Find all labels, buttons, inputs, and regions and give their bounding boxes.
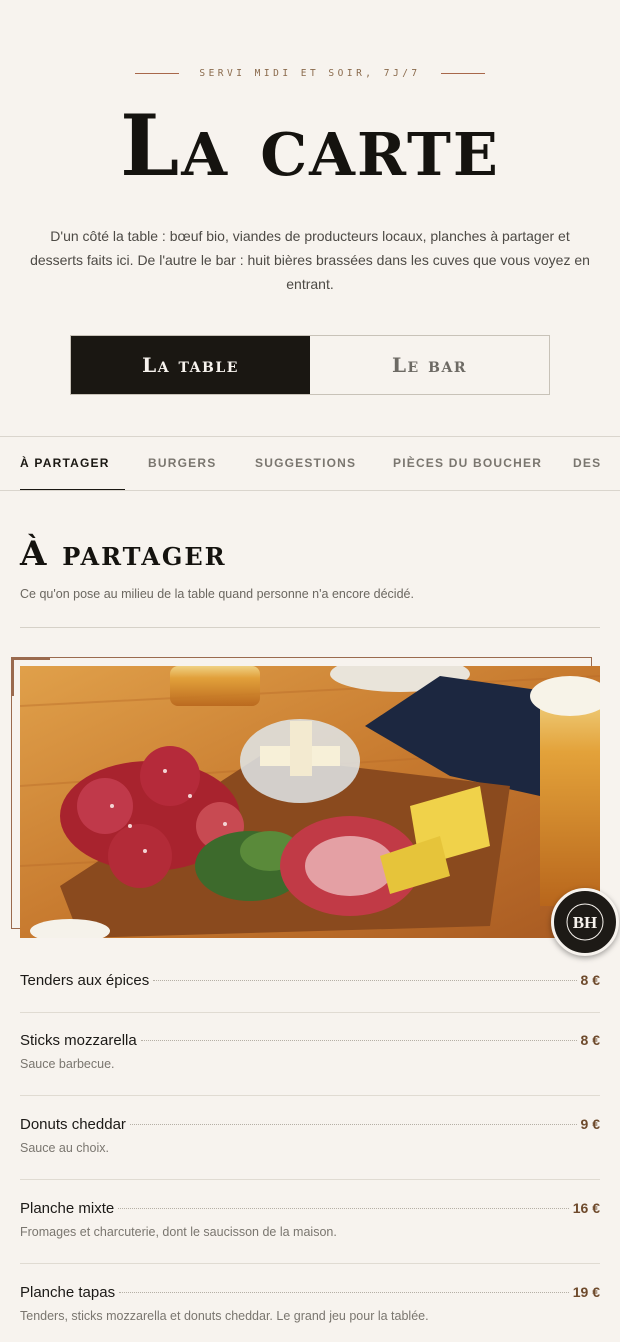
menu-item-name: Donuts cheddar	[20, 1116, 126, 1133]
menu-item-name: Sticks mozzarella	[20, 1032, 137, 1049]
menu-item-price: 8 €	[580, 972, 600, 988]
menu-item-name: Planche mixte	[20, 1200, 115, 1217]
tab-a-partager[interactable]: À PARTAGER	[20, 437, 110, 490]
menu-item-price: 8 €	[580, 1032, 600, 1048]
menu-item: Tenders aux épices 8 €	[20, 972, 600, 989]
brewery-logo-badge[interactable]: BH	[551, 888, 619, 956]
leader-dots	[140, 1040, 577, 1041]
kicker-line-left	[135, 73, 180, 74]
menu-item: Donuts cheddar 9 € Sauce au choix.	[20, 1116, 600, 1155]
category-tabs: À PARTAGER BURGERS SUGGESTIONS PIÈCES DU…	[0, 436, 620, 491]
header-kicker: SERVI MIDI ET SOIR, 7J/7	[0, 68, 620, 79]
switch-le-bar-button[interactable]: Le bar	[310, 336, 549, 394]
tab-suggestions[interactable]: SUGGESTIONS	[255, 437, 356, 490]
svg-text:BH: BH	[573, 913, 598, 932]
menu-item-price: 9 €	[580, 1116, 600, 1132]
section-divider	[20, 627, 600, 628]
tab-pieces-du-boucher[interactable]: PIÈCES DU BOUCHER	[393, 437, 542, 490]
kicker-text: SERVI MIDI ET SOIR, 7J/7	[199, 68, 421, 79]
menu-item-name: Tenders aux épices	[20, 972, 150, 989]
section-title: À partager	[20, 534, 227, 574]
menu-item-description: Sauce au choix.	[20, 1141, 109, 1155]
leader-dots	[119, 1292, 569, 1293]
kicker-line-right	[440, 73, 485, 74]
menu-item-description: Sauce barbecue.	[20, 1057, 115, 1071]
menu-item: Planche mixte 16 € Fromages et charcuter…	[20, 1200, 600, 1239]
menu-item: Sticks mozzarella 8 € Sauce barbecue.	[20, 1032, 600, 1071]
leader-dots	[118, 1208, 569, 1209]
item-divider	[20, 1263, 600, 1264]
sharing-board-photo	[20, 666, 600, 938]
menu-item-description: Fromages et charcuterie, dont le sauciss…	[20, 1225, 337, 1239]
item-divider	[20, 1179, 600, 1180]
bh-monogram-icon: BH	[566, 903, 604, 941]
leader-dots	[129, 1124, 577, 1125]
page-title: La carte	[120, 96, 500, 195]
active-tab-indicator	[20, 489, 125, 490]
intro-text: D'un côté la table : bœuf bio, viandes d…	[30, 228, 590, 292]
item-divider	[20, 1095, 600, 1096]
menu-item-description: Tenders, sticks mozzarella et donuts che…	[20, 1309, 429, 1323]
tab-burgers[interactable]: BURGERS	[148, 437, 216, 490]
switch-la-table-button[interactable]: La table	[71, 336, 310, 394]
section-subtitle: Ce qu'on pose au milieu de la table quan…	[20, 587, 414, 601]
menu-switch: La table Le bar	[70, 335, 550, 395]
menu-item: Planche tapas 19 € Tenders, sticks mozza…	[20, 1284, 600, 1323]
menu-item-name: Planche tapas	[20, 1284, 116, 1301]
leader-dots	[153, 980, 577, 981]
tab-desserts[interactable]: DES	[573, 437, 601, 490]
menu-item-price: 16 €	[572, 1200, 600, 1216]
menu-item-price: 19 €	[572, 1284, 600, 1300]
item-divider	[20, 1012, 600, 1013]
